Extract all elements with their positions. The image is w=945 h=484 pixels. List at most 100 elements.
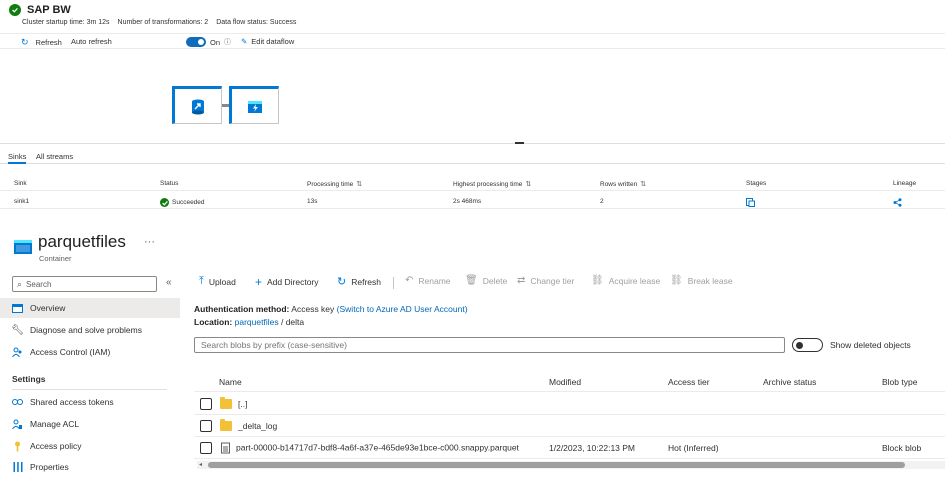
show-deleted-toggle[interactable] bbox=[792, 338, 823, 352]
location-label: Location: bbox=[194, 317, 233, 327]
col-access-tier[interactable]: Access tier bbox=[668, 377, 710, 387]
upload-icon: ⤒ bbox=[199, 275, 204, 287]
checkbox[interactable] bbox=[200, 419, 212, 432]
auto-refresh-toggle[interactable] bbox=[186, 37, 206, 47]
blob-name[interactable]: [..] bbox=[238, 399, 247, 409]
rename-label: Rename bbox=[418, 275, 451, 286]
refresh-blobs-label: Refresh bbox=[351, 276, 381, 287]
blob-row-folder[interactable]: _delta_log bbox=[194, 415, 945, 437]
sidebar-item-access-policy[interactable]: Access policy bbox=[0, 436, 180, 456]
blob-name-cell[interactable]: _delta_log bbox=[220, 418, 277, 431]
checkbox[interactable] bbox=[200, 441, 212, 454]
col-modified[interactable]: Modified bbox=[549, 377, 581, 387]
auth-label: Authentication method: bbox=[194, 304, 290, 314]
sidebar-item-label: Shared access tokens bbox=[30, 397, 114, 407]
dataflow-canvas[interactable] bbox=[0, 50, 945, 144]
pencil-icon: ✎ bbox=[241, 37, 248, 46]
sidebar-item-diagnose[interactable]: 🔧︎ Diagnose and solve problems bbox=[0, 320, 180, 340]
blob-name[interactable]: part-00000-b14717d7-bdf8-4a6f-a37e-465de… bbox=[236, 443, 519, 453]
sink-status: Succeeded bbox=[160, 198, 205, 207]
collapse-sidebar-icon[interactable]: « bbox=[166, 277, 172, 288]
settings-divider bbox=[12, 389, 167, 390]
col-name[interactable]: Name bbox=[219, 377, 242, 387]
refresh-label: Refresh bbox=[35, 38, 62, 47]
source-node[interactable] bbox=[172, 86, 222, 124]
sidebar-item-manage-acl[interactable]: Manage ACL bbox=[0, 414, 180, 434]
blob-name-cell[interactable]: part-00000-b14717d7-bdf8-4a6f-a37e-465de… bbox=[221, 442, 519, 453]
delete-button[interactable]: 🗑︎ Delete bbox=[465, 275, 507, 286]
sidebar-item-overview[interactable]: Overview bbox=[0, 298, 180, 318]
col-highest-processing-time-label: Highest processing time bbox=[453, 180, 523, 188]
row-checkbox[interactable] bbox=[200, 397, 212, 410]
rename-button[interactable]: ↶ Rename bbox=[405, 275, 451, 286]
blob-prefix-search-input[interactable] bbox=[194, 337, 785, 353]
sink-node[interactable] bbox=[229, 86, 279, 124]
tab-sinks[interactable]: Sinks bbox=[8, 152, 27, 164]
blob-modified: 1/2/2023, 10:22:13 PM bbox=[549, 442, 636, 453]
more-options-icon[interactable]: ··· bbox=[144, 236, 155, 248]
sinks-tabbar: Sinks All streams bbox=[0, 150, 945, 164]
panel-splitter-handle[interactable] bbox=[515, 142, 524, 144]
command-separator bbox=[393, 277, 394, 289]
sort-icon[interactable]: ⇅ bbox=[356, 180, 362, 188]
sink-icon bbox=[248, 101, 262, 113]
horizontal-scrollbar-thumb[interactable] bbox=[208, 462, 905, 468]
sink-table-row[interactable]: sink1 Succeeded 13s 2s 468ms 2 bbox=[0, 195, 945, 209]
file-icon bbox=[221, 442, 230, 453]
upload-label: Upload bbox=[208, 276, 236, 287]
change-tier-button[interactable]: ⇄ Change tier bbox=[517, 275, 574, 286]
tab-all-streams[interactable]: All streams bbox=[36, 152, 73, 161]
auto-refresh-toggle-group[interactable]: On ⓘ bbox=[186, 37, 231, 47]
row-checkbox[interactable] bbox=[200, 419, 212, 432]
sink-name: sink1 bbox=[14, 198, 30, 205]
blob-row-parent[interactable]: [..] bbox=[194, 393, 945, 415]
sink-table-header: Sink Status Processing time ⇅ Highest pr… bbox=[0, 177, 945, 191]
blob-name-cell[interactable]: [..] bbox=[220, 396, 247, 409]
acquire-lease-label: Acquire lease bbox=[608, 275, 661, 286]
refresh-icon: ↻ bbox=[21, 37, 29, 47]
refresh-button[interactable]: ↻ Refresh bbox=[21, 37, 62, 48]
col-stages: Stages bbox=[746, 180, 767, 187]
col-blob-type[interactable]: Blob type bbox=[882, 377, 917, 387]
blob-row-file[interactable]: part-00000-b14717d7-bdf8-4a6f-a37e-465de… bbox=[194, 437, 945, 459]
refresh-icon: ↻ bbox=[337, 276, 347, 288]
upload-button[interactable]: ⤒ Upload bbox=[199, 275, 236, 288]
location-current: delta bbox=[285, 317, 305, 327]
add-directory-label: Add Directory bbox=[267, 277, 319, 287]
break-lease-button[interactable]: ⛓︎ Break lease bbox=[670, 275, 733, 286]
col-rows-written[interactable]: Rows written ⇅ bbox=[600, 180, 646, 189]
switch-auth-link[interactable]: (Switch to Azure AD User Account) bbox=[337, 304, 468, 314]
col-processing-time[interactable]: Processing time ⇅ bbox=[307, 180, 362, 189]
succeeded-check-icon bbox=[160, 198, 169, 207]
sidebar-item-label: Properties bbox=[30, 462, 69, 472]
stages-icon[interactable] bbox=[746, 198, 755, 207]
sidebar-item-access-control[interactable]: Access Control (IAM) bbox=[0, 342, 180, 362]
show-deleted-label: Show deleted objects bbox=[830, 340, 911, 350]
authentication-method: Authentication method: Access key (Switc… bbox=[194, 304, 468, 314]
sink-highest-processing-time: 2s 468ms bbox=[453, 198, 482, 205]
add-directory-button[interactable]: + Add Directory bbox=[255, 275, 319, 289]
sort-icon[interactable]: ⇅ bbox=[525, 180, 531, 188]
startup-time: Cluster startup time: 3m 12s bbox=[22, 19, 110, 26]
lineage-icon[interactable] bbox=[893, 198, 902, 207]
delete-label: Delete bbox=[482, 275, 508, 286]
blob-name[interactable]: _delta_log bbox=[238, 421, 277, 431]
sidebar-item-properties[interactable]: Properties bbox=[0, 457, 180, 477]
change-tier-label: Change tier bbox=[530, 275, 575, 286]
col-highest-processing-time[interactable]: Highest processing time ⇅ bbox=[453, 180, 531, 189]
sidebar-search-input[interactable]: ⌕ Search bbox=[12, 276, 157, 292]
col-archive-status[interactable]: Archive status bbox=[763, 377, 816, 387]
checkbox[interactable] bbox=[200, 397, 212, 410]
break-lease-label: Break lease bbox=[687, 275, 733, 286]
location-root-link[interactable]: parquetfiles bbox=[235, 317, 279, 327]
acquire-lease-button[interactable]: ⛓︎ Acquire lease bbox=[591, 275, 660, 286]
breadcrumb-separator: / bbox=[280, 317, 284, 327]
edit-dataflow-button[interactable]: ✎ Edit dataflow bbox=[241, 37, 294, 46]
sidebar-item-shared-access-tokens[interactable]: Shared access tokens bbox=[0, 392, 180, 412]
rename-icon: ↶ bbox=[405, 275, 414, 286]
scroll-left-arrow-icon[interactable]: ◂ bbox=[199, 461, 202, 468]
row-checkbox[interactable] bbox=[200, 441, 212, 454]
sort-icon[interactable]: ⇅ bbox=[640, 180, 646, 188]
user-key-icon bbox=[12, 419, 23, 430]
refresh-blobs-button[interactable]: ↻ Refresh bbox=[337, 275, 381, 288]
